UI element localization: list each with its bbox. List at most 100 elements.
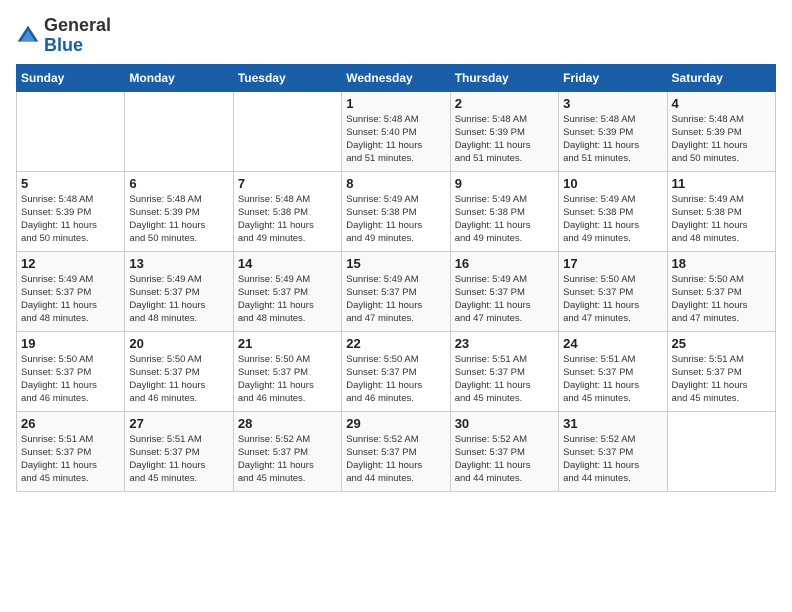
day-number: 25 xyxy=(672,336,771,351)
day-number: 20 xyxy=(129,336,228,351)
day-info: Sunrise: 5:49 AM Sunset: 5:37 PM Dayligh… xyxy=(129,273,228,326)
day-info: Sunrise: 5:49 AM Sunset: 5:37 PM Dayligh… xyxy=(238,273,337,326)
day-info: Sunrise: 5:51 AM Sunset: 5:37 PM Dayligh… xyxy=(21,433,120,486)
calendar-cell: 31 Sunrise: 5:52 AM Sunset: 5:37 PM Dayli… xyxy=(559,411,667,491)
calendar-cell: 29Sunrise: 5:52 AM Sunset: 5:37 PM Dayli… xyxy=(342,411,450,491)
calendar-cell: 20Sunrise: 5:50 AM Sunset: 5:37 PM Dayli… xyxy=(125,331,233,411)
logo-blue-text: Blue xyxy=(44,35,83,55)
day-number: 3 xyxy=(563,96,662,111)
header-monday: Monday xyxy=(125,64,233,91)
header-sunday: Sunday xyxy=(17,64,125,91)
day-number: 30 xyxy=(455,416,554,431)
day-info: Sunrise: 5:48 AM Sunset: 5:39 PM Dayligh… xyxy=(672,113,771,166)
day-number: 1 xyxy=(346,96,445,111)
header-wednesday: Wednesday xyxy=(342,64,450,91)
header-tuesday: Tuesday xyxy=(233,64,341,91)
day-info: Sunrise: 5:49 AM Sunset: 5:38 PM Dayligh… xyxy=(563,193,662,246)
day-number: 11 xyxy=(672,176,771,191)
day-info: Sunrise: 5:51 AM Sunset: 5:37 PM Dayligh… xyxy=(455,353,554,406)
calendar-cell: 24 Sunrise: 5:51 AM Sunset: 5:37 PM Dayli… xyxy=(559,331,667,411)
calendar-cell: 23 Sunrise: 5:51 AM Sunset: 5:37 PM Dayli… xyxy=(450,331,558,411)
calendar-cell: 15 Sunrise: 5:49 AM Sunset: 5:37 PM Dayli… xyxy=(342,251,450,331)
day-number: 7 xyxy=(238,176,337,191)
day-info: Sunrise: 5:51 AM Sunset: 5:37 PM Dayligh… xyxy=(129,433,228,486)
calendar-cell: 9Sunrise: 5:49 AM Sunset: 5:38 PM Daylig… xyxy=(450,171,558,251)
header-thursday: Thursday xyxy=(450,64,558,91)
day-number: 8 xyxy=(346,176,445,191)
calendar-cell: 5 Sunrise: 5:48 AM Sunset: 5:39 PM Daylig… xyxy=(17,171,125,251)
calendar-cell: 6Sunrise: 5:48 AM Sunset: 5:39 PM Daylig… xyxy=(125,171,233,251)
day-number: 5 xyxy=(21,176,120,191)
day-info: Sunrise: 5:49 AM Sunset: 5:38 PM Dayligh… xyxy=(346,193,445,246)
day-info: Sunrise: 5:48 AM Sunset: 5:38 PM Dayligh… xyxy=(238,193,337,246)
day-info: Sunrise: 5:49 AM Sunset: 5:37 PM Dayligh… xyxy=(346,273,445,326)
calendar-cell xyxy=(17,91,125,171)
day-info: Sunrise: 5:48 AM Sunset: 5:39 PM Dayligh… xyxy=(455,113,554,166)
calendar-cell: 18 Sunrise: 5:50 AM Sunset: 5:37 PM Dayli… xyxy=(667,251,775,331)
calendar-cell: 10 Sunrise: 5:49 AM Sunset: 5:38 PM Dayli… xyxy=(559,171,667,251)
day-number: 16 xyxy=(455,256,554,271)
calendar-cell: 8 Sunrise: 5:49 AM Sunset: 5:38 PM Daylig… xyxy=(342,171,450,251)
calendar-cell: 25Sunrise: 5:51 AM Sunset: 5:37 PM Dayli… xyxy=(667,331,775,411)
logo-icon xyxy=(16,24,40,48)
day-number: 13 xyxy=(129,256,228,271)
calendar-cell: 3 Sunrise: 5:48 AM Sunset: 5:39 PM Daylig… xyxy=(559,91,667,171)
calendar-cell: 2 Sunrise: 5:48 AM Sunset: 5:39 PM Daylig… xyxy=(450,91,558,171)
calendar-cell: 4 Sunrise: 5:48 AM Sunset: 5:39 PM Daylig… xyxy=(667,91,775,171)
header-saturday: Saturday xyxy=(667,64,775,91)
calendar-week-row: 26 Sunrise: 5:51 AM Sunset: 5:37 PM Dayli… xyxy=(17,411,776,491)
day-number: 18 xyxy=(672,256,771,271)
day-number: 28 xyxy=(238,416,337,431)
day-info: Sunrise: 5:49 AM Sunset: 5:37 PM Dayligh… xyxy=(455,273,554,326)
day-number: 10 xyxy=(563,176,662,191)
page-header: General Blue xyxy=(16,16,776,56)
day-number: 24 xyxy=(563,336,662,351)
day-info: Sunrise: 5:48 AM Sunset: 5:39 PM Dayligh… xyxy=(563,113,662,166)
calendar-cell: 26 Sunrise: 5:51 AM Sunset: 5:37 PM Dayli… xyxy=(17,411,125,491)
day-number: 27 xyxy=(129,416,228,431)
day-number: 26 xyxy=(21,416,120,431)
day-number: 12 xyxy=(21,256,120,271)
logo-general-text: General xyxy=(44,15,111,35)
day-info: Sunrise: 5:52 AM Sunset: 5:37 PM Dayligh… xyxy=(455,433,554,486)
day-number: 9 xyxy=(455,176,554,191)
calendar-week-row: 12 Sunrise: 5:49 AM Sunset: 5:37 PM Dayli… xyxy=(17,251,776,331)
calendar-week-row: 19 Sunrise: 5:50 AM Sunset: 5:37 PM Dayli… xyxy=(17,331,776,411)
day-number: 19 xyxy=(21,336,120,351)
calendar-cell: 19Sunrise: 5:50 AM Sunset: 5:37 PM Dayli… xyxy=(17,331,125,411)
calendar-cell: 27 Sunrise: 5:51 AM Sunset: 5:37 PM Dayli… xyxy=(125,411,233,491)
day-number: 21 xyxy=(238,336,337,351)
day-number: 15 xyxy=(346,256,445,271)
day-number: 23 xyxy=(455,336,554,351)
day-info: Sunrise: 5:48 AM Sunset: 5:39 PM Dayligh… xyxy=(21,193,120,246)
day-info: Sunrise: 5:48 AM Sunset: 5:40 PM Dayligh… xyxy=(346,113,445,166)
day-info: Sunrise: 5:52 AM Sunset: 5:37 PM Dayligh… xyxy=(563,433,662,486)
day-info: Sunrise: 5:50 AM Sunset: 5:37 PM Dayligh… xyxy=(563,273,662,326)
calendar-week-row: 5 Sunrise: 5:48 AM Sunset: 5:39 PM Daylig… xyxy=(17,171,776,251)
calendar-cell: 22 Sunrise: 5:50 AM Sunset: 5:37 PM Dayli… xyxy=(342,331,450,411)
calendar-cell xyxy=(125,91,233,171)
calendar-cell: 21Sunrise: 5:50 AM Sunset: 5:37 PM Dayli… xyxy=(233,331,341,411)
day-info: Sunrise: 5:48 AM Sunset: 5:39 PM Dayligh… xyxy=(129,193,228,246)
day-info: Sunrise: 5:49 AM Sunset: 5:38 PM Dayligh… xyxy=(672,193,771,246)
day-number: 17 xyxy=(563,256,662,271)
calendar-header-row: SundayMondayTuesdayWednesdayThursdayFrid… xyxy=(17,64,776,91)
calendar-table: SundayMondayTuesdayWednesdayThursdayFrid… xyxy=(16,64,776,492)
calendar-cell xyxy=(233,91,341,171)
day-info: Sunrise: 5:51 AM Sunset: 5:37 PM Dayligh… xyxy=(563,353,662,406)
day-info: Sunrise: 5:52 AM Sunset: 5:37 PM Dayligh… xyxy=(238,433,337,486)
day-number: 22 xyxy=(346,336,445,351)
calendar-cell: 17 Sunrise: 5:50 AM Sunset: 5:37 PM Dayli… xyxy=(559,251,667,331)
day-number: 2 xyxy=(455,96,554,111)
day-info: Sunrise: 5:50 AM Sunset: 5:37 PM Dayligh… xyxy=(346,353,445,406)
calendar-cell: 11 Sunrise: 5:49 AM Sunset: 5:38 PM Dayli… xyxy=(667,171,775,251)
calendar-cell: 13 Sunrise: 5:49 AM Sunset: 5:37 PM Dayli… xyxy=(125,251,233,331)
day-info: Sunrise: 5:50 AM Sunset: 5:37 PM Dayligh… xyxy=(672,273,771,326)
calendar-cell: 12Sunrise: 5:49 AM Sunset: 5:37 PM Dayli… xyxy=(17,251,125,331)
day-number: 4 xyxy=(672,96,771,111)
day-number: 31 xyxy=(563,416,662,431)
calendar-week-row: 1 Sunrise: 5:48 AM Sunset: 5:40 PM Daylig… xyxy=(17,91,776,171)
calendar-cell xyxy=(667,411,775,491)
calendar-cell: 14Sunrise: 5:49 AM Sunset: 5:37 PM Dayli… xyxy=(233,251,341,331)
header-friday: Friday xyxy=(559,64,667,91)
